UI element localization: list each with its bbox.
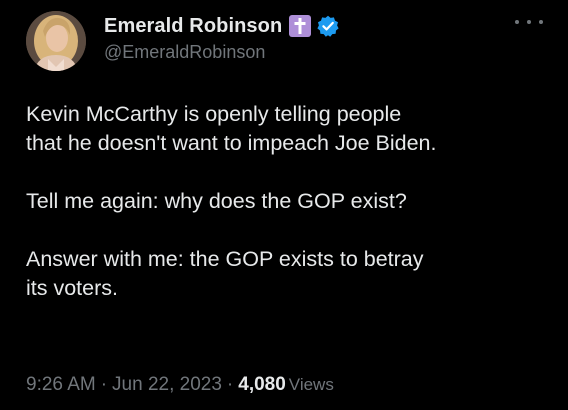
- meta-separator: ·: [226, 374, 234, 395]
- tweet-line: its voters.: [26, 276, 118, 300]
- tweet-line: Answer with me: the GOP exists to betray: [26, 247, 424, 271]
- author-name-row: Emerald Robinson: [104, 12, 339, 40]
- more-options-icon[interactable]: [515, 14, 543, 30]
- tweet-paragraph: Kevin McCarthy is openly telling people …: [26, 100, 556, 158]
- tweet-text: Kevin McCarthy is openly telling people …: [26, 100, 556, 303]
- avatar-image: [26, 11, 86, 71]
- tweet-line: Tell me again: why does the GOP exist?: [26, 189, 407, 213]
- tweet-date[interactable]: Jun 22, 2023: [112, 374, 222, 395]
- more-dot: [527, 20, 531, 24]
- author-display-name[interactable]: Emerald Robinson: [104, 15, 282, 38]
- author-avatar[interactable]: [26, 11, 86, 71]
- meta-separator: ·: [100, 374, 108, 395]
- cross-icon: [289, 15, 312, 37]
- tweet-paragraph: Answer with me: the GOP exists to betray…: [26, 245, 556, 303]
- tweet-line: that he doesn't want to impeach Joe Bide…: [26, 131, 437, 155]
- verified-checkmark-icon: [317, 15, 339, 37]
- tweet-card: Emerald Robinson @EmeraldRobinson Kevin …: [0, 0, 568, 410]
- tweet-time[interactable]: 9:26 AM: [26, 374, 96, 395]
- more-dot: [515, 20, 519, 24]
- tweet-paragraph: Tell me again: why does the GOP exist?: [26, 187, 556, 216]
- tweet-meta: 9:26 AM · Jun 22, 2023 · 4,080 Views: [26, 374, 334, 396]
- views-count[interactable]: 4,080: [238, 374, 286, 395]
- author-handle[interactable]: @EmeraldRobinson: [104, 42, 265, 63]
- more-dot: [539, 20, 543, 24]
- views-label: Views: [288, 375, 334, 394]
- tweet-line: Kevin McCarthy is openly telling people: [26, 102, 402, 126]
